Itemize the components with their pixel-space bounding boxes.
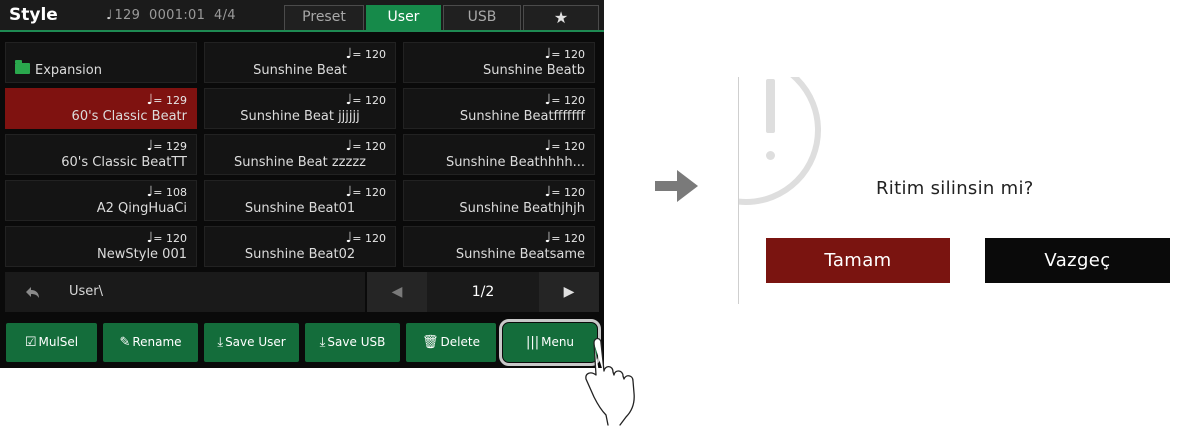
style-name: Sunshine Beat zzzzz (234, 155, 366, 170)
style-item[interactable]: ♩= 120 Sunshine Beat (204, 42, 396, 83)
arrow-right-icon (655, 170, 698, 202)
save-usb-button[interactable]: ⤓ Save USB (305, 323, 400, 362)
folder-icon (15, 60, 30, 74)
trash-icon: 🗑 (422, 335, 439, 350)
style-item[interactable]: ♩= 120 NewStyle 001 (5, 226, 197, 267)
tempo-value: 129 (114, 8, 141, 23)
style-name: Expansion (35, 63, 102, 78)
style-name: Sunshine Beatb (483, 63, 585, 78)
dialog-message: Ritim silinsin mi? (876, 178, 1034, 199)
style-item[interactable]: ♩= 120 Sunshine Beatsame (403, 226, 595, 267)
tab-favorites[interactable]: ★ (523, 5, 599, 30)
style-name: Sunshine Beatfffffff (459, 109, 585, 124)
tempo-label: ♩= 120 (146, 230, 187, 246)
previous-page-button[interactable]: ◀ (367, 272, 427, 312)
tab-user[interactable]: User (366, 5, 441, 30)
style-name: A2 QingHuaCi (96, 201, 187, 216)
warning-icon (739, 77, 821, 205)
style-item[interactable]: ♩= 120 Sunshine Beat02 (204, 226, 396, 267)
current-path: User\ (69, 284, 104, 299)
style-name: Sunshine Beat01 (244, 201, 356, 216)
hand-pointer-icon (585, 337, 635, 426)
tempo-label: ♩= 129 (146, 138, 187, 154)
tempo-label: ♩= 120 (345, 46, 386, 62)
time-signature: 4/4 (214, 8, 236, 23)
cancel-button[interactable]: Vazgeç (985, 238, 1170, 283)
style-item[interactable]: ♩= 120 Sunshine Beat jjjjjj (204, 88, 396, 129)
style-name: Sunshine Beat02 (244, 247, 356, 262)
usb-save-icon: ⤓ (319, 335, 326, 350)
style-item[interactable]: ♩= 129 60's Classic BeatTT (5, 134, 197, 175)
style-item[interactable]: ♩= 120 Sunshine Beatb (403, 42, 595, 83)
triangle-right-icon: ▶ (563, 284, 575, 300)
tempo-label: ♩= 120 (544, 184, 585, 200)
delete-confirm-dialog: Ritim silinsin mi? Tamam Vazgeç (738, 77, 1185, 304)
style-item[interactable]: ♩= 120 Sunshine Beat zzzzz (204, 134, 396, 175)
pencil-icon: ✎ (119, 335, 131, 350)
tempo-label: ♩= 108 (146, 184, 187, 200)
delete-button[interactable]: 🗑 Delete (406, 323, 496, 362)
style-name: Sunshine Beathjhjh (459, 201, 585, 216)
tab-usb[interactable]: USB (443, 5, 521, 30)
tempo-label: ♩= 120 (544, 230, 585, 246)
style-item[interactable]: ♩= 120 Sunshine Beathhhh... (403, 134, 595, 175)
page-title: Style (9, 5, 58, 25)
tempo-label: ♩= 120 (544, 138, 585, 154)
path-bar: User\ (5, 272, 365, 312)
triangle-left-icon: ◀ (391, 284, 403, 300)
tempo-label: ♩= 120 (544, 46, 585, 62)
tempo-label: ♩= 120 (345, 92, 386, 108)
style-screen: Style ♩ 129 0001:01 4/4 Preset User USB ★… (0, 0, 604, 368)
style-name: Sunshine Beat (253, 63, 347, 78)
style-item[interactable]: ♩= 120 Sunshine Beat01 (204, 180, 396, 221)
style-item[interactable]: ♩= 120 Sunshine Beatfffffff (403, 88, 595, 129)
back-icon[interactable] (25, 284, 41, 300)
rename-button[interactable]: ✎ Rename (103, 323, 198, 362)
style-name: Sunshine Beat jjjjjj (240, 109, 360, 124)
download-icon: ⤓ (217, 335, 224, 350)
tempo-info: ♩ 129 0001:01 4/4 (106, 8, 236, 23)
tempo-label: ♩= 129 (146, 92, 187, 108)
style-name: 60's Classic Beatr (71, 109, 187, 124)
star-icon: ★ (553, 8, 569, 27)
pager: ◀ 1/2 ▶ (367, 272, 599, 312)
song-position: 0001:01 (149, 8, 206, 23)
save-user-button[interactable]: ⤓ Save User (204, 323, 299, 362)
style-item[interactable]: ♩= 108 A2 QingHuaCi (5, 180, 197, 221)
tempo-label: ♩= 120 (544, 92, 585, 108)
quarter-note-icon: ♩ (106, 8, 113, 23)
page-indicator: 1/2 (471, 284, 495, 300)
style-name: NewStyle 001 (97, 247, 187, 262)
tempo-label: ♩= 120 (345, 138, 386, 154)
style-item[interactable]: ♩= 129 60's Classic Beatr (5, 88, 197, 129)
warning-dot (766, 151, 775, 160)
style-item[interactable]: ♩= 120 Sunshine Beathjhjh (403, 180, 595, 221)
tab-preset[interactable]: Preset (284, 5, 364, 30)
checkbox-icon: ☑ (24, 335, 37, 350)
top-bar: Style ♩ 129 0001:01 4/4 Preset User USB ★ (0, 0, 604, 32)
tempo-label: ♩= 120 (345, 230, 386, 246)
mulsel-button[interactable]: ☑ MulSel (6, 323, 97, 362)
tempo-label: ♩= 120 (345, 184, 386, 200)
warning-mark (766, 79, 775, 133)
next-page-button[interactable]: ▶ (539, 272, 599, 312)
ok-button[interactable]: Tamam (766, 238, 950, 283)
style-name: 60's Classic BeatTT (61, 155, 187, 170)
style-name: Sunshine Beatsame (455, 247, 585, 262)
style-name: Sunshine Beathhhh... (445, 155, 585, 170)
folder-item[interactable]: Expansion (5, 42, 197, 83)
menu-icon: ||| (525, 335, 540, 350)
